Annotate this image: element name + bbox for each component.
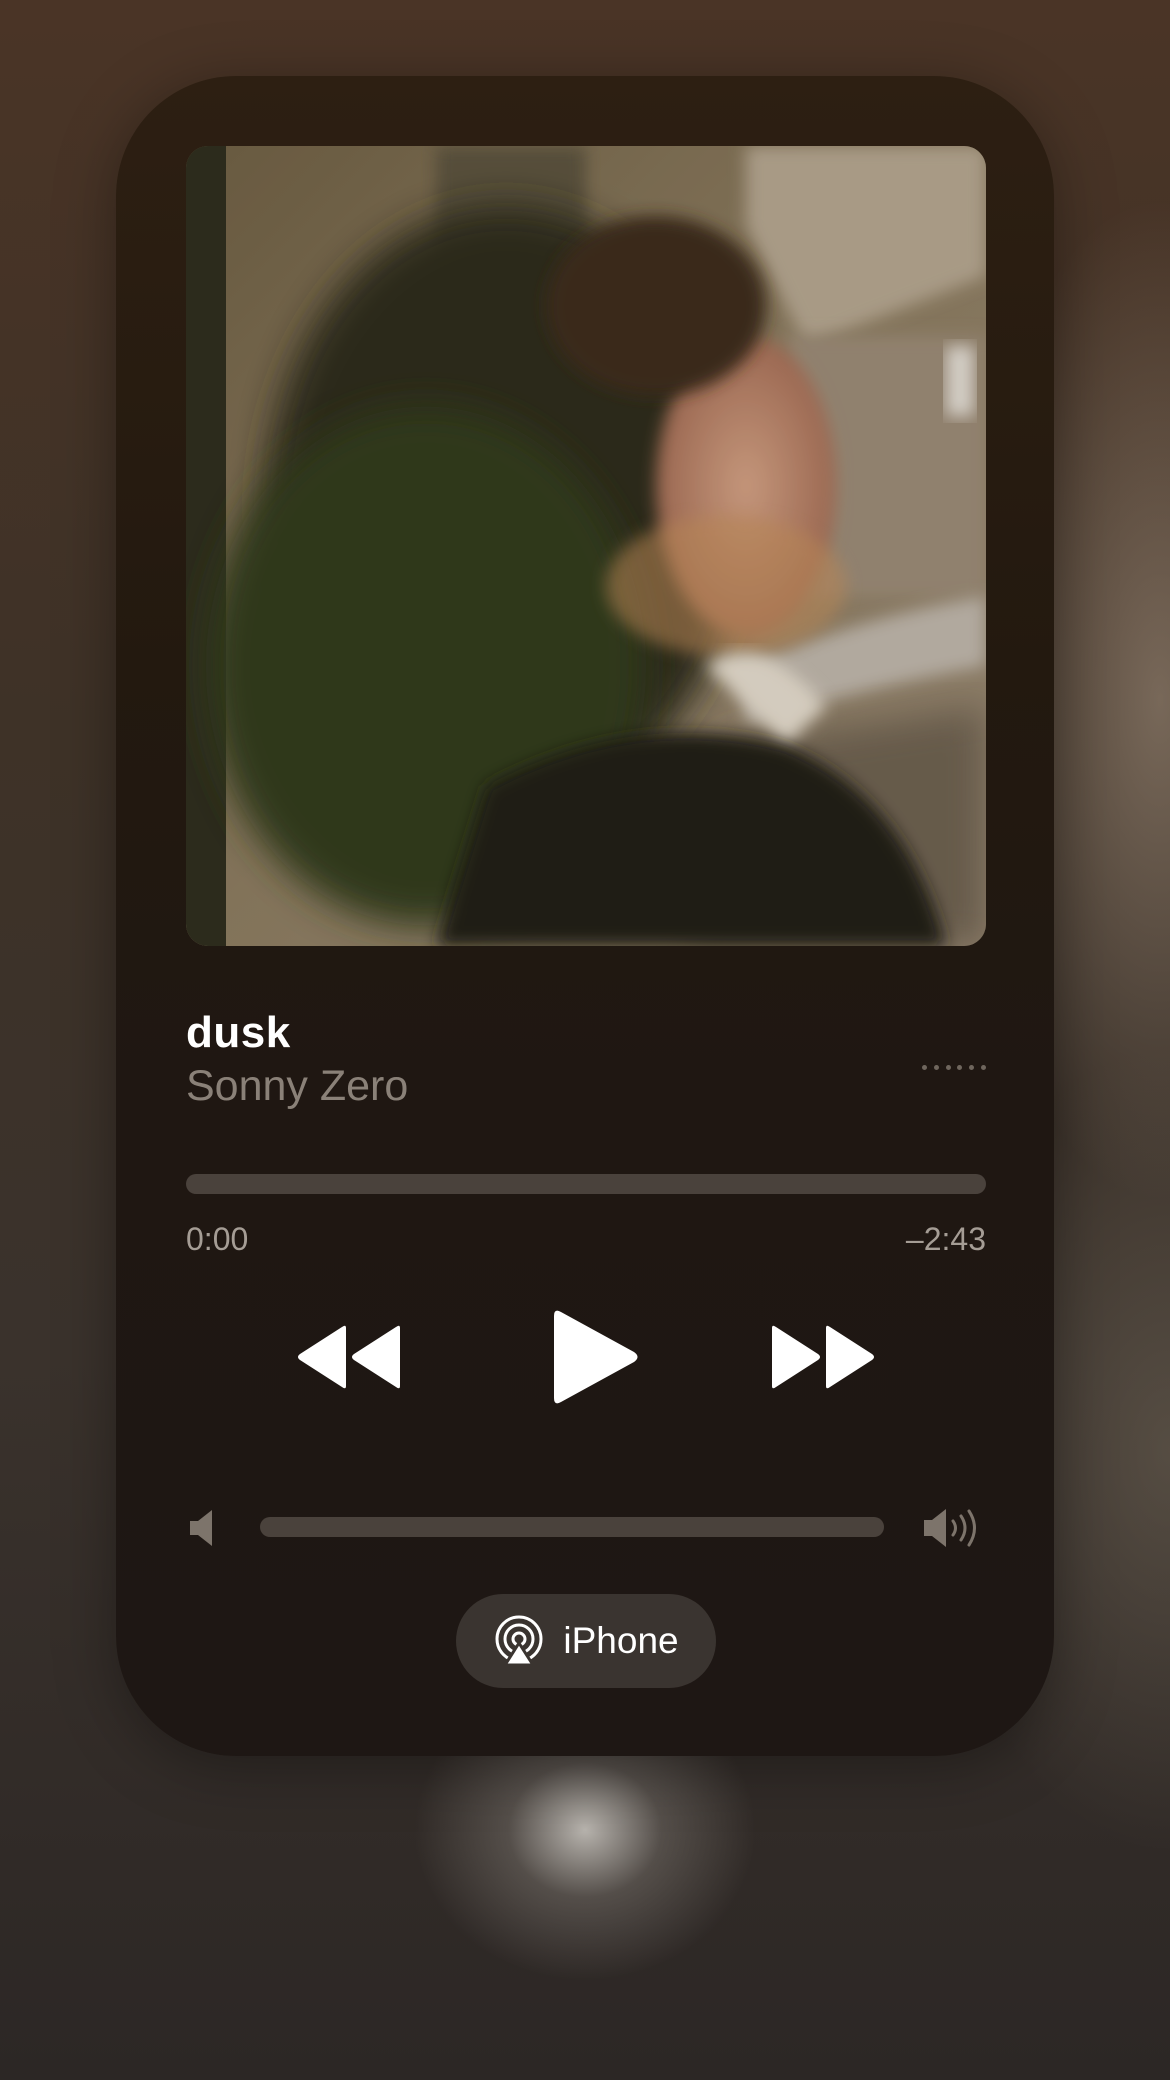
output-device-label: iPhone (563, 1620, 679, 1661)
more-options-button[interactable] (922, 1059, 986, 1075)
backward-icon (298, 1325, 400, 1389)
time-remaining: –2:43 (905, 1221, 986, 1257)
song-artist[interactable]: Sonny Zero (186, 1062, 408, 1111)
now-playing-card: dusk Sonny Zero 0:00 –2:43 iPhone (116, 76, 1054, 1756)
play-button[interactable] (546, 1308, 642, 1406)
album-artwork[interactable] (186, 146, 986, 946)
speaker-low-icon (188, 1508, 218, 1548)
speaker-high-icon (922, 1506, 982, 1550)
song-title: dusk (186, 1008, 291, 1057)
album-artwork-image (186, 146, 986, 946)
airplay-output-button[interactable]: iPhone (456, 1594, 716, 1688)
rewind-button[interactable] (294, 1324, 404, 1390)
forward-icon (772, 1325, 874, 1389)
forward-button[interactable] (768, 1324, 878, 1390)
ellipsis-icon (922, 1064, 927, 1070)
volume-slider[interactable] (260, 1517, 884, 1537)
playback-scrubber[interactable] (186, 1174, 986, 1194)
time-elapsed: 0:00 (186, 1221, 249, 1257)
play-icon (554, 1310, 638, 1404)
airplay-icon (495, 1615, 543, 1667)
